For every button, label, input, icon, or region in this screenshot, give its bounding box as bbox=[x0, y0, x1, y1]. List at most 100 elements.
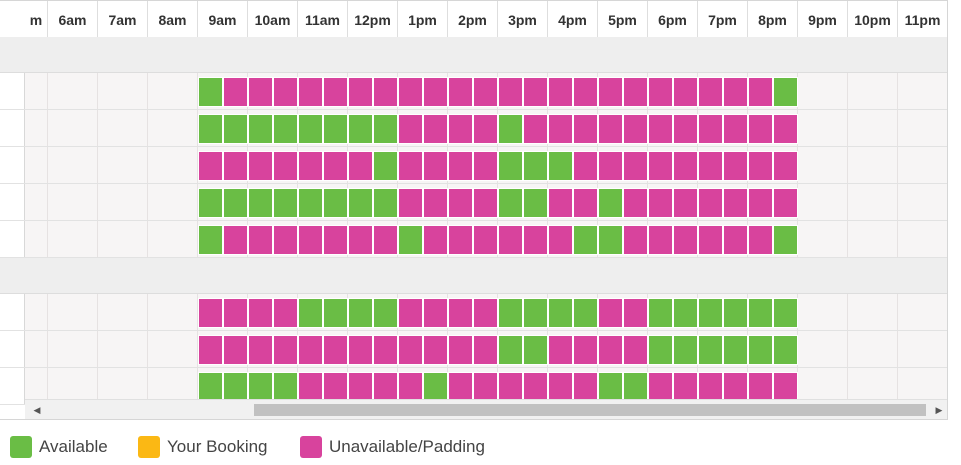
available-slot[interactable] bbox=[373, 151, 398, 181]
available-slot[interactable] bbox=[673, 335, 698, 365]
available-slot[interactable] bbox=[423, 372, 448, 402]
available-slot[interactable] bbox=[198, 77, 223, 107]
available-slot[interactable] bbox=[298, 188, 323, 218]
available-slot[interactable] bbox=[323, 298, 348, 328]
available-slot[interactable] bbox=[273, 114, 298, 144]
available-slot[interactable] bbox=[548, 151, 573, 181]
available-slot[interactable] bbox=[198, 188, 223, 218]
available-slot[interactable] bbox=[723, 335, 748, 365]
hour-cell bbox=[48, 184, 98, 220]
hour-label: 7am bbox=[98, 1, 148, 37]
available-slot[interactable] bbox=[323, 188, 348, 218]
unavailable-slot bbox=[598, 298, 623, 328]
available-slot[interactable] bbox=[298, 298, 323, 328]
unavailable-slot bbox=[448, 114, 473, 144]
hour-cell bbox=[148, 184, 198, 220]
available-slot[interactable] bbox=[773, 298, 798, 328]
available-slot[interactable] bbox=[523, 188, 548, 218]
available-slot[interactable] bbox=[498, 298, 523, 328]
available-slot[interactable] bbox=[348, 188, 373, 218]
unavailable-slot bbox=[398, 335, 423, 365]
unavailable-slot bbox=[448, 225, 473, 255]
available-slot[interactable] bbox=[223, 188, 248, 218]
scroll-left-icon[interactable]: ◀ bbox=[29, 400, 45, 419]
available-slot[interactable] bbox=[223, 114, 248, 144]
available-slot[interactable] bbox=[223, 372, 248, 402]
hour-label: 12pm bbox=[348, 1, 398, 37]
available-slot[interactable] bbox=[773, 225, 798, 255]
available-slot[interactable] bbox=[298, 114, 323, 144]
available-slot[interactable] bbox=[248, 114, 273, 144]
available-slot[interactable] bbox=[648, 298, 673, 328]
schedule-row bbox=[0, 110, 947, 147]
hour-label: 2pm bbox=[448, 1, 498, 37]
available-slot[interactable] bbox=[498, 188, 523, 218]
available-slot[interactable] bbox=[373, 188, 398, 218]
available-slot[interactable] bbox=[598, 188, 623, 218]
available-slot[interactable] bbox=[648, 335, 673, 365]
hour-cell bbox=[98, 331, 148, 367]
available-slot[interactable] bbox=[698, 335, 723, 365]
available-slot[interactable] bbox=[198, 225, 223, 255]
unavailable-slot bbox=[273, 298, 298, 328]
available-slot[interactable] bbox=[548, 298, 573, 328]
available-slot[interactable] bbox=[623, 372, 648, 402]
unavailable-slot bbox=[423, 298, 448, 328]
available-slot[interactable] bbox=[773, 77, 798, 107]
available-slot[interactable] bbox=[373, 114, 398, 144]
unavailable-slot bbox=[323, 225, 348, 255]
schedule-row bbox=[0, 294, 947, 331]
hour-cell bbox=[898, 294, 947, 330]
available-slot[interactable] bbox=[773, 335, 798, 365]
available-slot[interactable] bbox=[573, 298, 598, 328]
unavailable-slot bbox=[448, 335, 473, 365]
available-slot[interactable] bbox=[248, 188, 273, 218]
available-slot[interactable] bbox=[498, 151, 523, 181]
scroll-right-icon[interactable]: ▶ bbox=[931, 400, 947, 419]
available-slot[interactable] bbox=[198, 114, 223, 144]
available-slot[interactable] bbox=[698, 298, 723, 328]
available-slot[interactable] bbox=[498, 114, 523, 144]
available-slot[interactable] bbox=[498, 335, 523, 365]
available-slot[interactable] bbox=[598, 372, 623, 402]
available-slot[interactable] bbox=[723, 298, 748, 328]
unavailable-slot bbox=[423, 114, 448, 144]
hour-cell bbox=[48, 73, 98, 109]
available-slot[interactable] bbox=[273, 188, 298, 218]
schedule-grid: m 6am 7am 8am 9am 10am 11am 12pm 1pm 2pm 3pm 4pm 5pm… bbox=[0, 0, 948, 420]
schedule-row bbox=[0, 221, 947, 258]
available-slot[interactable] bbox=[523, 298, 548, 328]
unavailable-slot bbox=[748, 188, 773, 218]
unavailable-slot bbox=[673, 225, 698, 255]
available-slot[interactable] bbox=[523, 335, 548, 365]
unavailable-slot bbox=[373, 77, 398, 107]
available-slot[interactable] bbox=[323, 114, 348, 144]
hour-cell bbox=[98, 73, 148, 109]
available-slot[interactable] bbox=[748, 335, 773, 365]
unavailable-slot bbox=[298, 225, 323, 255]
available-slot[interactable] bbox=[598, 225, 623, 255]
scroll-thumb[interactable] bbox=[254, 404, 926, 416]
horizontal-scrollbar[interactable]: ◀ ▶ bbox=[25, 399, 947, 419]
unavailable-slot bbox=[223, 77, 248, 107]
hour-label: 9pm bbox=[798, 1, 848, 37]
available-slot[interactable] bbox=[673, 298, 698, 328]
unavailable-slot bbox=[673, 114, 698, 144]
unavailable-slot bbox=[398, 298, 423, 328]
available-slot[interactable] bbox=[348, 298, 373, 328]
available-slot[interactable] bbox=[748, 298, 773, 328]
hour-cell bbox=[98, 110, 148, 146]
available-slot[interactable] bbox=[523, 151, 548, 181]
unavailable-slot bbox=[398, 372, 423, 402]
available-slot[interactable] bbox=[248, 372, 273, 402]
available-slot[interactable] bbox=[573, 225, 598, 255]
unavailable-slot bbox=[298, 372, 323, 402]
available-slot[interactable] bbox=[373, 298, 398, 328]
unavailable-slot bbox=[548, 335, 573, 365]
available-slot[interactable] bbox=[398, 225, 423, 255]
available-slot[interactable] bbox=[198, 372, 223, 402]
available-slot[interactable] bbox=[273, 372, 298, 402]
hour-cell bbox=[898, 110, 947, 146]
group-band bbox=[0, 258, 947, 294]
available-slot[interactable] bbox=[348, 114, 373, 144]
